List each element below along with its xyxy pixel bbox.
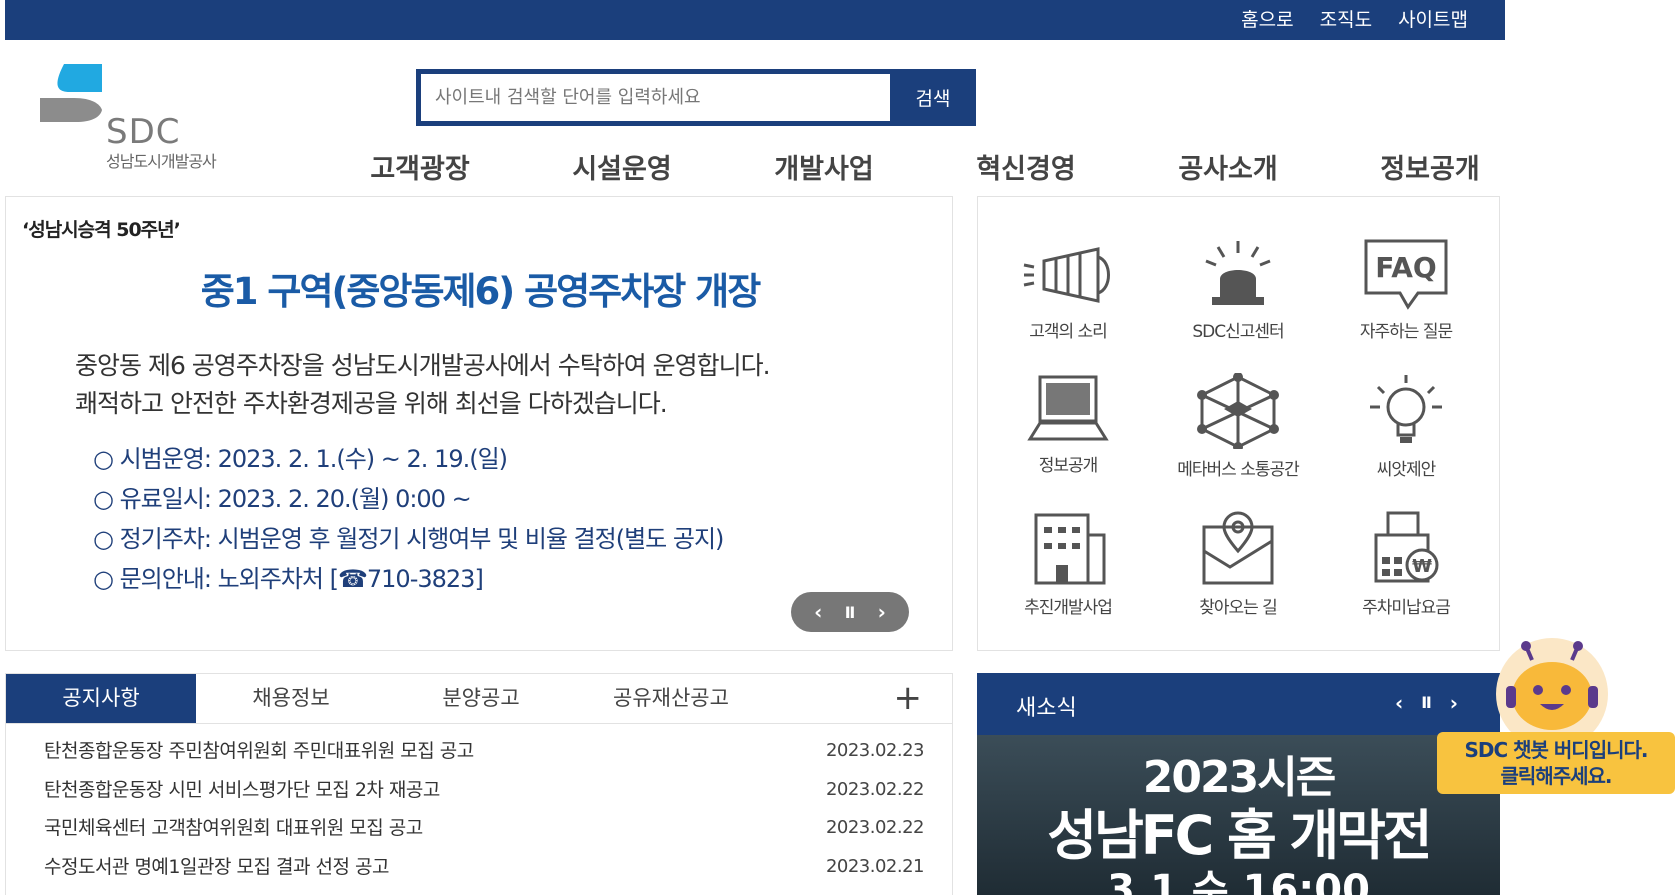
news-header: 새소식 ‹ Ⅱ › xyxy=(977,673,1500,735)
payment-icon: ₩ xyxy=(1374,511,1439,583)
org-chart-link[interactable]: 조직도 xyxy=(1320,5,1372,32)
quick-item-seed-proposal[interactable]: 씨앗제안 xyxy=(1321,373,1491,480)
faq-icon-text: FAQ xyxy=(1375,251,1436,284)
news-title: 새소식 xyxy=(1016,696,1077,721)
main-banner[interactable]: ‘성남시승격 50주년’ 중1 구역(중앙동제6) 공영주차장 개장 중앙동 제… xyxy=(5,196,953,651)
notice-title: 탄천종합운동장 시민 서비스평가단 모집 2차 재공고 xyxy=(44,778,440,801)
tab-sale-notice[interactable]: 분양공고 xyxy=(386,674,576,723)
top-bar: 홈으로 조직도 사이트맵 xyxy=(5,0,1505,40)
tab-public-property[interactable]: 공유재산공고 xyxy=(576,674,766,723)
quick-label: 씨앗제안 xyxy=(1376,460,1437,480)
logo-name-text: 성남도시개발공사 xyxy=(106,152,217,171)
notice-board: 공지사항 채용정보 분양공고 공유재산공고 + 탄천종합운동장 주민참여위원회 … xyxy=(5,673,953,895)
banner-prev-button[interactable]: ‹ xyxy=(814,600,822,624)
list-item[interactable]: 국민체육센터 고객참여위원회 대표위원 모집 공고 2023.02.22 xyxy=(44,809,925,848)
banner-desc-line: 중앙동 제6 공영주차장을 성남도시개발공사에서 수탁하여 운영합니다. xyxy=(75,351,771,380)
nav-innovation-management[interactable]: 혁신경영 xyxy=(966,147,1086,186)
site-logo[interactable]: SDC 성남도시개발공사 xyxy=(40,64,250,174)
notice-tabs: 공지사항 채용정보 분양공고 공유재산공고 xyxy=(6,674,952,724)
banner-bullet: ○ 정기주차: 시범운영 후 월정기 시행여부 및 비율 결정(별도 공지) xyxy=(93,525,724,553)
nav-development-project[interactable]: 개발사업 xyxy=(764,147,884,186)
banner-controls: ‹ Ⅱ › xyxy=(791,592,909,632)
more-button[interactable]: + xyxy=(894,678,923,718)
lightbulb-icon xyxy=(1370,375,1442,443)
notice-date: 2023.02.21 xyxy=(825,855,925,877)
nav-information-disclosure[interactable]: 정보공개 xyxy=(1370,147,1490,186)
megaphone-icon xyxy=(1023,247,1110,303)
network-icon xyxy=(1197,373,1279,449)
quick-item-development-projects[interactable]: 추진개발사업 xyxy=(983,511,1153,618)
banner-next-button[interactable]: › xyxy=(878,600,886,624)
top-links: 홈으로 조직도 사이트맵 xyxy=(1241,5,1468,32)
banner-desc-line: 쾌적하고 안전한 주차환경제공을 위해 최선을 다하겠습니다. xyxy=(75,389,668,418)
tab-notices[interactable]: 공지사항 xyxy=(6,674,196,723)
sdc-logo-icon xyxy=(40,64,102,122)
news-panel: 새소식 ‹ Ⅱ › 2023시즌 성남FC 홈 개막전 3.1 수 16:00 xyxy=(977,673,1500,895)
won-icon-text: ₩ xyxy=(1412,556,1432,577)
news-prev-button[interactable]: ‹ xyxy=(1395,691,1403,715)
nav-facility-operation[interactable]: 시설운영 xyxy=(562,147,682,186)
faq-icon: FAQ xyxy=(1364,239,1448,310)
notice-date: 2023.02.23 xyxy=(825,740,925,761)
quick-label: SDC신고센터 xyxy=(1192,322,1284,342)
banner-description: 중앙동 제6 공영주차장을 성남도시개발공사에서 수탁하여 운영합니다. 쾌적하… xyxy=(75,347,771,423)
nav-about-corporation[interactable]: 공사소개 xyxy=(1168,147,1288,186)
map-pin-icon xyxy=(1202,511,1274,585)
quick-label: 자주하는 질문 xyxy=(1359,322,1453,342)
notice-title: 탄천종합운동장 주민참여위원회 주민대표위원 모집 공고 xyxy=(44,740,474,762)
quick-item-customer-voice[interactable]: 고객의 소리 xyxy=(983,239,1153,342)
search-input[interactable] xyxy=(421,74,890,121)
banner-kicker: ‘성남시승격 50주년’ xyxy=(22,219,181,241)
chatbot-line: 클릭해주세요. xyxy=(1500,764,1613,788)
quick-menu: 고객의 소리 SDC신고센터 FAQ 자주하는 질문 정보공개 메타버스 소통공… xyxy=(977,196,1500,651)
notice-title: 국민체육센터 고객참여위원회 대표위원 모집 공고 xyxy=(44,817,423,839)
banner-bullet: ○ 유료일시: 2023. 2. 20.(월) 0:00 ~ xyxy=(93,485,472,513)
banner-bullet: ○ 문의안내: 노외주차처 [☎710-3823] xyxy=(93,565,484,593)
quick-label: 주차미납요금 xyxy=(1362,598,1451,618)
quick-label: 정보공개 xyxy=(1038,456,1099,476)
quick-label: 메타버스 소통공간 xyxy=(1177,460,1300,480)
logo-sdc-text: SDC xyxy=(106,112,181,152)
news-image[interactable]: 2023시즌 성남FC 홈 개막전 3.1 수 16:00 xyxy=(977,735,1500,895)
sitemap-link[interactable]: 사이트맵 xyxy=(1398,5,1468,32)
list-item[interactable]: 탄천종합운동장 시민 서비스평가단 모집 2차 재공고 2023.02.22 xyxy=(44,771,925,810)
siren-icon xyxy=(1205,241,1271,305)
chatbot-line: SDC 챗봇 버디입니다. xyxy=(1464,738,1648,762)
quick-label: 찾아오는 길 xyxy=(1199,598,1278,618)
notice-list: 탄천종합운동장 주민참여위원회 주민대표위원 모집 공고 2023.02.23 탄… xyxy=(44,732,925,887)
quick-item-faq[interactable]: FAQ 자주하는 질문 xyxy=(1321,237,1491,342)
quick-item-report-center[interactable]: SDC신고센터 xyxy=(1153,239,1323,342)
tab-recruitment[interactable]: 채용정보 xyxy=(196,674,386,723)
quick-label: 고객의 소리 xyxy=(1029,322,1108,342)
chatbot-bubble: SDC 챗봇 버디입니다. 클릭해주세요. xyxy=(1437,732,1675,794)
news-pause-button[interactable]: Ⅱ xyxy=(1421,691,1432,715)
list-item[interactable]: 탄천종합운동장 주민참여위원회 주민대표위원 모집 공고 2023.02.23 xyxy=(44,732,925,771)
building-icon xyxy=(1034,513,1106,585)
banner-bullets: ○ 시범운영: 2023. 2. 1.(수) ~ 2. 19.(일) ○ 유료일… xyxy=(93,439,724,599)
notice-date: 2023.02.22 xyxy=(825,817,925,838)
banner-pause-button[interactable]: Ⅱ xyxy=(845,603,856,622)
chatbot-button[interactable]: SDC 챗봇 버디입니다. 클릭해주세요. xyxy=(1437,638,1675,795)
quick-item-unpaid-parking[interactable]: ₩ 주차미납요금 xyxy=(1321,511,1491,618)
news-image-line: 3.1 수 16:00 xyxy=(1107,867,1370,895)
main-nav: 고객광장 시설운영 개발사업 혁신경영 공사소개 정보공개 xyxy=(360,147,1490,186)
quick-item-metaverse[interactable]: 메타버스 소통공간 xyxy=(1153,373,1323,480)
quick-label: 추진개발사업 xyxy=(1024,598,1113,618)
banner-headline: 중1 구역(중앙동제6) 공영주차장 개장 xyxy=(200,270,762,313)
search-box: 검색 xyxy=(416,69,976,126)
list-item[interactable]: 수정도서관 명예1일관장 모집 결과 선정 공고 2023.02.21 xyxy=(44,848,925,887)
quick-item-directions[interactable]: 찾아오는 길 xyxy=(1153,511,1323,618)
notice-title: 수정도서관 명예1일관장 모집 결과 선정 공고 xyxy=(44,855,389,878)
banner-bullet: ○ 시범운영: 2023. 2. 1.(수) ~ 2. 19.(일) xyxy=(93,445,508,473)
laptop-icon xyxy=(1027,375,1109,441)
chatbot-mascot-icon xyxy=(1496,638,1608,738)
home-link[interactable]: 홈으로 xyxy=(1241,5,1293,32)
nav-customer-plaza[interactable]: 고객광장 xyxy=(360,147,480,186)
search-button[interactable]: 검색 xyxy=(890,69,976,126)
notice-date: 2023.02.22 xyxy=(825,778,925,800)
quick-item-info-disclosure[interactable]: 정보공개 xyxy=(983,373,1153,476)
